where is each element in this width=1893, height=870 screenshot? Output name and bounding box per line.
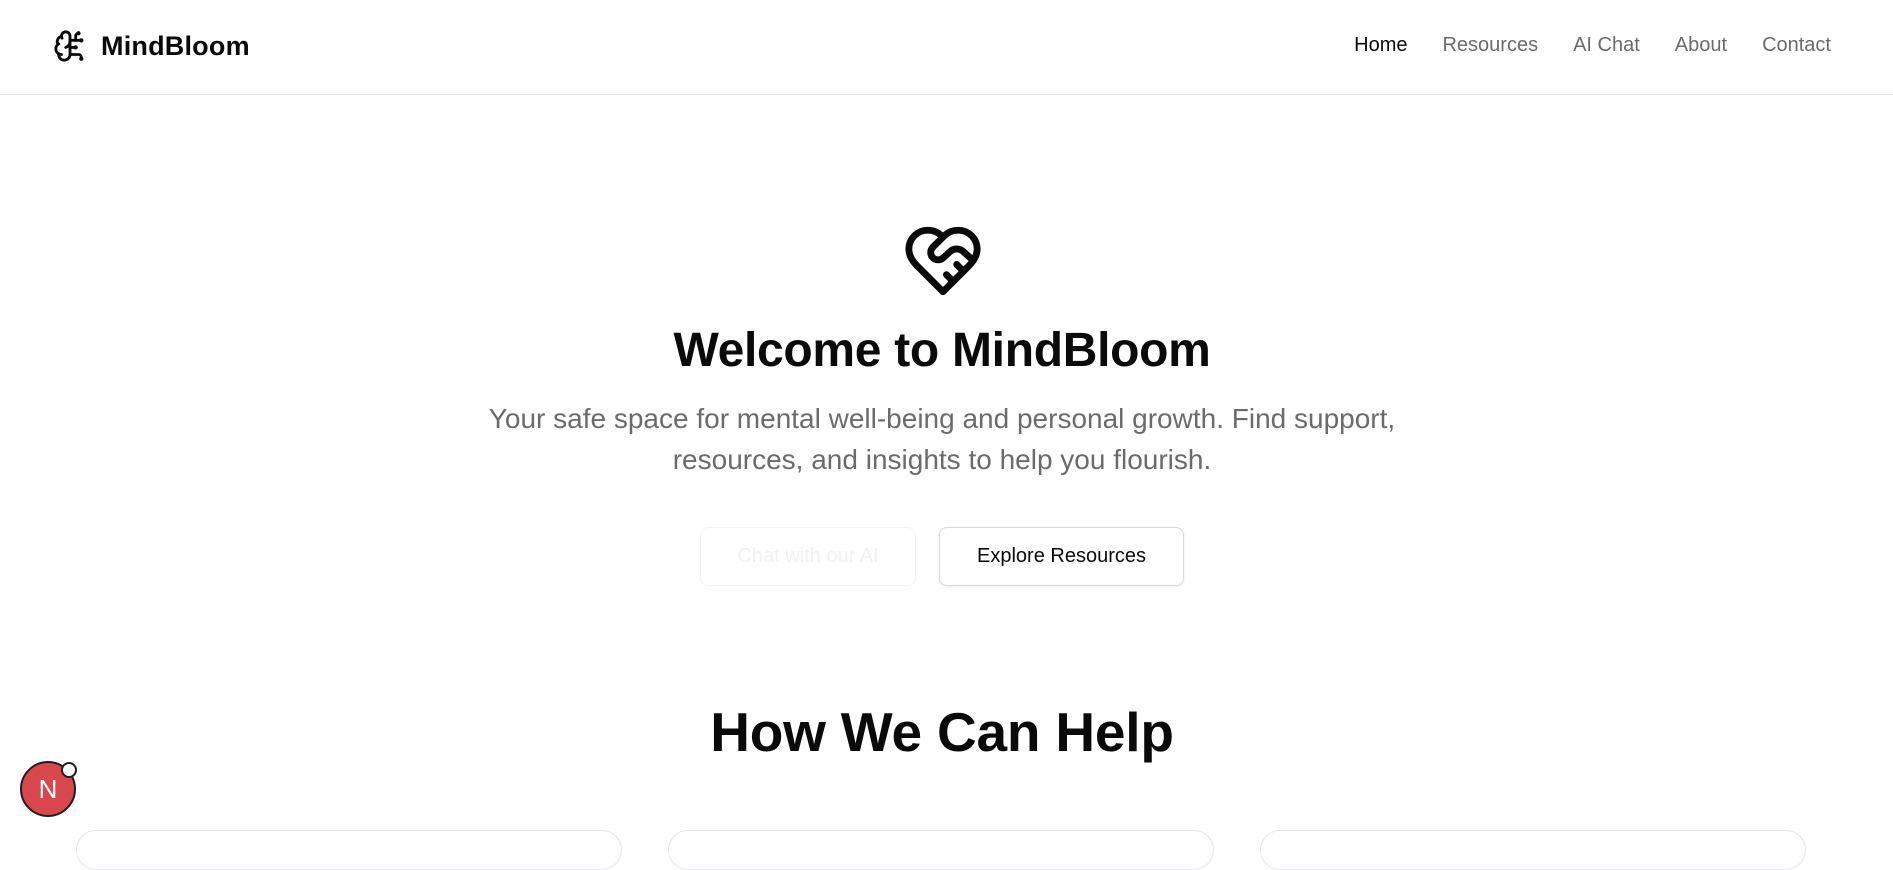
dev-badge-letter: N: [38, 773, 58, 804]
dev-badge-indicator-dot: [61, 762, 77, 778]
hero-subtitle: Your safe space for mental well-being an…: [488, 403, 1396, 475]
feature-card: [76, 830, 622, 870]
nav-link-home[interactable]: Home: [1354, 34, 1407, 57]
handshake-heart-icon: [905, 226, 981, 296]
section-title-how-we-can-help: How We Can Help: [710, 701, 1174, 763]
nav-link-about[interactable]: About: [1675, 34, 1727, 57]
nav-link-ai-chat[interactable]: AI Chat: [1573, 34, 1640, 57]
brand-logo-link[interactable]: MindBloom: [53, 28, 250, 64]
brand-name: MindBloom: [101, 30, 250, 61]
feature-card: [668, 830, 1214, 870]
hero-title: Welcome to MindBloom: [673, 324, 1211, 377]
site-header: MindBloom Home Resources AI Chat About C…: [0, 0, 1893, 95]
feature-card: [1260, 830, 1806, 870]
brain-icon: [54, 30, 84, 62]
explore-resources-button[interactable]: Explore Resources: [939, 527, 1184, 586]
nav-link-resources[interactable]: Resources: [1442, 34, 1538, 57]
nav-link-contact[interactable]: Contact: [1762, 34, 1831, 57]
chat-with-ai-button[interactable]: Chat with our AI: [700, 527, 916, 586]
main-nav: Home Resources AI Chat About Contact: [1354, 34, 1831, 57]
